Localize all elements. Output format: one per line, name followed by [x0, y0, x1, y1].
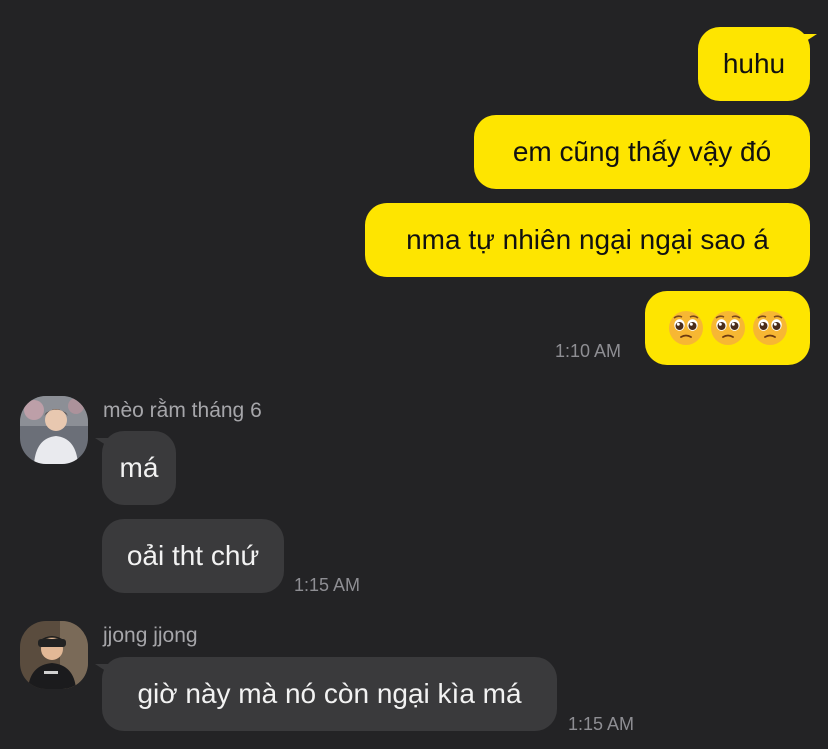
- emoji-row: [668, 310, 788, 346]
- message-text: huhu: [722, 48, 786, 79]
- message-text: nma tự nhiên ngại ngại sao á: [406, 224, 769, 255]
- avatar-photo-icon: [20, 396, 88, 464]
- message-text: má: [119, 452, 159, 483]
- avatar[interactable]: [20, 396, 88, 464]
- outgoing-emoji-message[interactable]: [645, 291, 810, 365]
- sender-name: jjong jjong: [103, 624, 198, 647]
- outgoing-message[interactable]: em cũng thấy vậy đó: [474, 115, 810, 189]
- avatar-photo-icon: [20, 621, 88, 689]
- pleading-face-icon: [668, 311, 703, 345]
- incoming-message[interactable]: oải tht chứ: [102, 519, 284, 593]
- message-timestamp: 1:15 AM: [568, 714, 635, 734]
- avatar[interactable]: [20, 621, 88, 689]
- message-timestamp: 1:10 AM: [555, 341, 622, 361]
- outgoing-message[interactable]: nma tự nhiên ngại ngại sao á: [365, 203, 810, 277]
- message-text: giờ này mà nó còn ngại kìa má: [137, 678, 522, 709]
- message-text: oải tht chứ: [126, 540, 260, 571]
- outgoing-message[interactable]: huhu: [698, 27, 817, 101]
- incoming-message[interactable]: giờ này mà nó còn ngại kìa má: [95, 657, 557, 731]
- incoming-message[interactable]: má: [95, 431, 176, 505]
- message-timestamp: 1:15 AM: [294, 575, 361, 595]
- pleading-face-icon: [752, 311, 787, 345]
- sender-name: mèo rằm tháng 6: [103, 399, 262, 422]
- pleading-face-icon: [710, 311, 745, 345]
- message-text: em cũng thấy vậy đó: [512, 136, 772, 167]
